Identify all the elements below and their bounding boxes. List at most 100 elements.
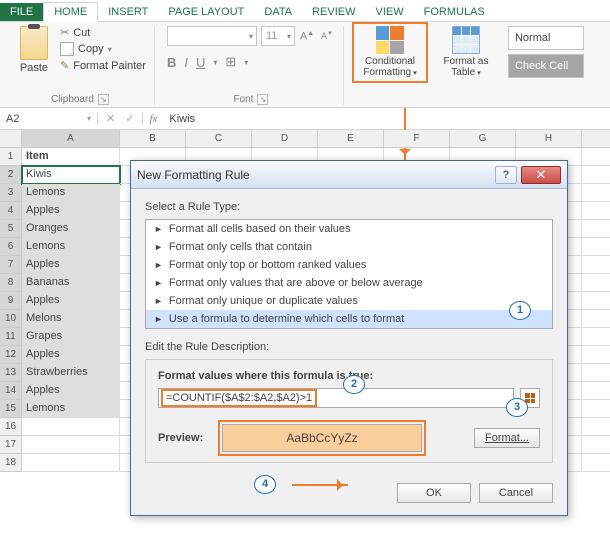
enter-formula-icon[interactable]: ✓ xyxy=(125,112,134,125)
row-header[interactable]: 3 xyxy=(0,184,22,202)
cell[interactable] xyxy=(582,202,610,220)
ok-button[interactable]: OK xyxy=(397,483,471,503)
italic-button[interactable]: I xyxy=(184,55,188,70)
cell[interactable]: Oranges xyxy=(22,220,120,238)
bold-button[interactable]: B xyxy=(167,55,176,70)
row-header[interactable]: 6 xyxy=(0,238,22,256)
paste-button[interactable]: Paste xyxy=(14,26,54,74)
row-header[interactable]: 8 xyxy=(0,274,22,292)
col-header-B[interactable]: B xyxy=(120,130,186,148)
row-header[interactable]: 11 xyxy=(0,328,22,346)
rule-type-item[interactable]: ►Format only top or bottom ranked values xyxy=(146,256,552,274)
rule-type-list[interactable]: ►Format all cells based on their values►… xyxy=(145,219,553,329)
col-header-H[interactable]: H xyxy=(516,130,582,148)
row-header[interactable]: 7 xyxy=(0,256,22,274)
cell[interactable]: Lemons xyxy=(22,400,120,418)
cell[interactable]: Strawberries xyxy=(22,364,120,382)
row-header[interactable]: 2 xyxy=(0,166,22,184)
cell[interactable]: Bananas xyxy=(22,274,120,292)
underline-button[interactable]: U xyxy=(196,55,205,70)
rule-type-item[interactable]: ►Use a formula to determine which cells … xyxy=(146,310,552,328)
cell[interactable]: Apples xyxy=(22,202,120,220)
fx-icon[interactable]: fx xyxy=(143,113,163,125)
col-header-D[interactable]: D xyxy=(252,130,318,148)
row-header[interactable]: 13 xyxy=(0,364,22,382)
row-header[interactable]: 4 xyxy=(0,202,22,220)
cell[interactable] xyxy=(582,364,610,382)
col-header-A[interactable]: A xyxy=(22,130,120,148)
font-name-select[interactable] xyxy=(167,26,257,46)
row-header[interactable]: 16 xyxy=(0,418,22,436)
format-painter-button[interactable]: ✎Format Painter xyxy=(60,59,146,72)
cell[interactable] xyxy=(22,454,120,472)
font-decrease-button[interactable]: A▼ xyxy=(319,31,335,41)
cell[interactable] xyxy=(22,418,120,436)
row-header[interactable]: 15 xyxy=(0,400,22,418)
rule-type-item[interactable]: ►Format only unique or duplicate values xyxy=(146,292,552,310)
dialog-help-button[interactable]: ? xyxy=(495,166,517,184)
clipboard-launcher-icon[interactable]: ↘ xyxy=(98,94,109,105)
copy-button[interactable]: Copy ▾ xyxy=(60,42,146,56)
cell[interactable] xyxy=(582,310,610,328)
col-header-C[interactable]: C xyxy=(186,130,252,148)
rule-type-item[interactable]: ►Format all cells based on their values xyxy=(146,220,552,238)
dialog-close-button[interactable]: ✕ xyxy=(521,166,561,184)
row-header[interactable]: 14 xyxy=(0,382,22,400)
conditional-formatting-button[interactable]: Conditional Formatting xyxy=(356,26,424,79)
cell[interactable]: Apples xyxy=(22,292,120,310)
tab-home[interactable]: HOME xyxy=(43,2,98,22)
tab-view[interactable]: VIEW xyxy=(366,3,414,21)
cell[interactable] xyxy=(582,436,610,454)
cell[interactable]: Apples xyxy=(22,346,120,364)
row-header[interactable]: 18 xyxy=(0,454,22,472)
cell[interactable] xyxy=(582,346,610,364)
cell[interactable]: Item xyxy=(22,148,120,166)
tab-formulas[interactable]: FORMULAS xyxy=(414,3,495,21)
cell-style-normal[interactable]: Normal xyxy=(508,26,584,50)
cell[interactable]: Grapes xyxy=(22,328,120,346)
tab-insert[interactable]: INSERT xyxy=(98,3,158,21)
cell[interactable] xyxy=(582,184,610,202)
cell[interactable]: Kiwis xyxy=(22,166,120,184)
rule-type-item[interactable]: ►Format only values that are above or be… xyxy=(146,274,552,292)
cell[interactable] xyxy=(582,418,610,436)
row-header[interactable]: 10 xyxy=(0,310,22,328)
tab-data[interactable]: DATA xyxy=(254,3,302,21)
cell[interactable] xyxy=(582,220,610,238)
name-box[interactable]: A2 xyxy=(0,113,98,125)
cell[interactable] xyxy=(582,166,610,184)
cell[interactable] xyxy=(582,274,610,292)
formula-bar-input[interactable]: Kiwis xyxy=(163,113,610,125)
tab-file[interactable]: FILE xyxy=(0,3,43,21)
cell[interactable]: Lemons xyxy=(22,184,120,202)
row-header[interactable]: 17 xyxy=(0,436,22,454)
tab-review[interactable]: REVIEW xyxy=(302,3,365,21)
cell[interactable]: Melons xyxy=(22,310,120,328)
row-header[interactable]: 1 xyxy=(0,148,22,166)
dialog-titlebar[interactable]: New Formatting Rule ? ✕ xyxy=(131,161,567,189)
cell[interactable] xyxy=(582,238,610,256)
format-as-table-button[interactable]: Format as Table xyxy=(432,26,500,79)
format-button[interactable]: Format... xyxy=(474,428,540,448)
cell-style-check[interactable]: Check Cell xyxy=(508,54,584,78)
col-header-I[interactable]: I xyxy=(582,130,610,148)
cell[interactable] xyxy=(582,256,610,274)
cell[interactable] xyxy=(582,148,610,166)
col-header-G[interactable]: G xyxy=(450,130,516,148)
font-launcher-icon[interactable]: ↘ xyxy=(257,94,268,105)
row-header[interactable]: 9 xyxy=(0,292,22,310)
cell[interactable]: Apples xyxy=(22,256,120,274)
cell[interactable] xyxy=(582,382,610,400)
cell[interactable] xyxy=(22,436,120,454)
col-header-E[interactable]: E xyxy=(318,130,384,148)
select-all-corner[interactable] xyxy=(0,130,22,148)
cell[interactable] xyxy=(582,328,610,346)
formula-input[interactable]: =COUNTIF($A$2:$A2,$A2)>1 xyxy=(158,388,514,408)
row-header[interactable]: 5 xyxy=(0,220,22,238)
rule-type-item[interactable]: ►Format only cells that contain xyxy=(146,238,552,256)
cell[interactable]: Apples xyxy=(22,382,120,400)
cancel-formula-icon[interactable]: ✕ xyxy=(106,112,115,125)
cell[interactable] xyxy=(582,400,610,418)
cell[interactable]: Lemons xyxy=(22,238,120,256)
cut-button[interactable]: ✂Cut xyxy=(60,26,146,39)
